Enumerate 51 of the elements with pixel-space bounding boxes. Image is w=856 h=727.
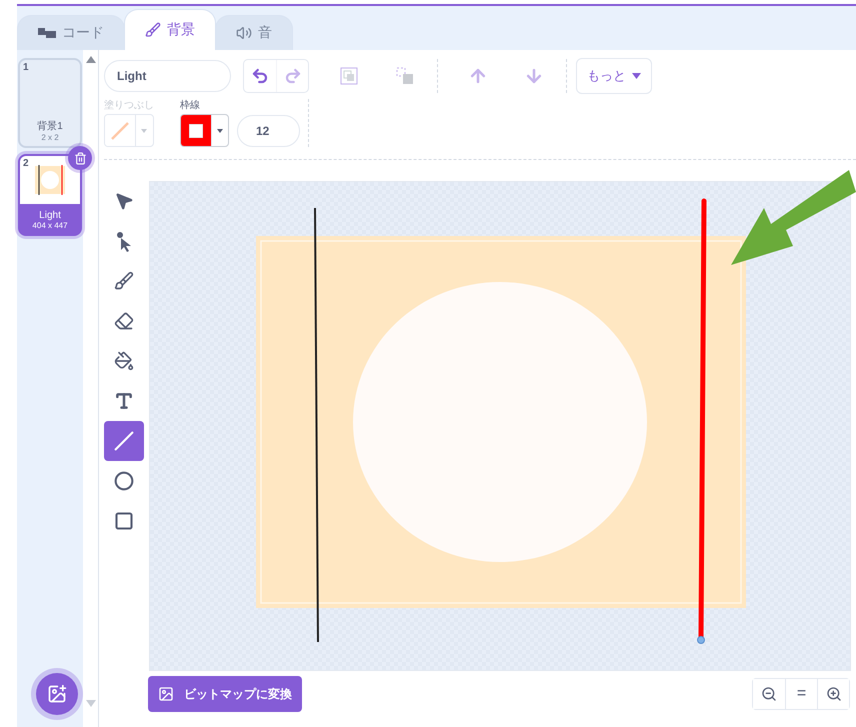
line-icon xyxy=(114,431,134,451)
line-tool[interactable] xyxy=(104,421,144,461)
image-icon xyxy=(158,686,174,702)
outline-swatch-icon xyxy=(189,124,203,138)
caret-icon xyxy=(217,128,223,132)
costume-size: 404 x 447 xyxy=(32,221,68,230)
costume-name-field[interactable]: Light xyxy=(104,60,231,92)
costume-name: Light xyxy=(39,210,61,221)
costume-size: 2 x 2 xyxy=(41,133,59,142)
brush-icon xyxy=(114,271,134,291)
stroke-width-field[interactable]: 12 xyxy=(237,115,300,147)
zoom-in-button[interactable] xyxy=(817,679,849,709)
undo-icon xyxy=(251,67,269,85)
costume-tile[interactable]: 2 Light 404 x 447 xyxy=(18,154,82,236)
costume-tile[interactable]: 1 背景1 2 x 2 xyxy=(18,58,82,148)
selected-line-shape[interactable] xyxy=(697,198,706,644)
more-button[interactable]: もっと xyxy=(576,58,652,94)
trash-icon xyxy=(74,152,86,164)
no-fill-icon xyxy=(110,120,130,140)
circle-icon xyxy=(114,471,134,491)
fill-color-button[interactable] xyxy=(104,114,154,147)
costume-number: 2 xyxy=(23,158,29,169)
outline-label: 枠線 xyxy=(180,98,201,112)
costume-name: 背景1 xyxy=(37,120,63,133)
redo-icon xyxy=(284,67,302,85)
caret-icon xyxy=(632,73,641,79)
paint-bucket-icon xyxy=(114,351,134,371)
costume-number: 1 xyxy=(23,62,29,73)
editor-tab[interactable]: 背景 xyxy=(124,9,216,50)
zoom-out-icon xyxy=(761,686,777,702)
costume-thumbnail xyxy=(20,156,80,204)
convert-to-bitmap-button[interactable]: ビットマップに変換 xyxy=(148,676,302,712)
group-icon xyxy=(339,66,359,86)
brush-icon xyxy=(145,22,161,38)
blocks-icon xyxy=(38,27,56,39)
editor-tab[interactable]: コード xyxy=(17,15,125,50)
arrow-up-icon xyxy=(468,66,488,86)
pointer-icon xyxy=(114,191,134,211)
rectangle-icon xyxy=(114,511,134,531)
add-backdrop-button[interactable] xyxy=(36,673,78,715)
scroll-up-icon[interactable] xyxy=(86,56,96,63)
fill-label: 塗りつぶし xyxy=(104,99,154,112)
editor-tab[interactable]: 音 xyxy=(215,15,293,50)
outline-color-button[interactable] xyxy=(180,114,229,147)
text-icon xyxy=(114,391,134,411)
ungroup-icon xyxy=(395,66,415,86)
eraser-icon xyxy=(114,311,134,331)
speaker-icon xyxy=(236,25,252,41)
zoom-in-icon xyxy=(826,686,842,702)
image-plus-icon xyxy=(47,684,67,704)
caret-icon xyxy=(141,128,147,132)
